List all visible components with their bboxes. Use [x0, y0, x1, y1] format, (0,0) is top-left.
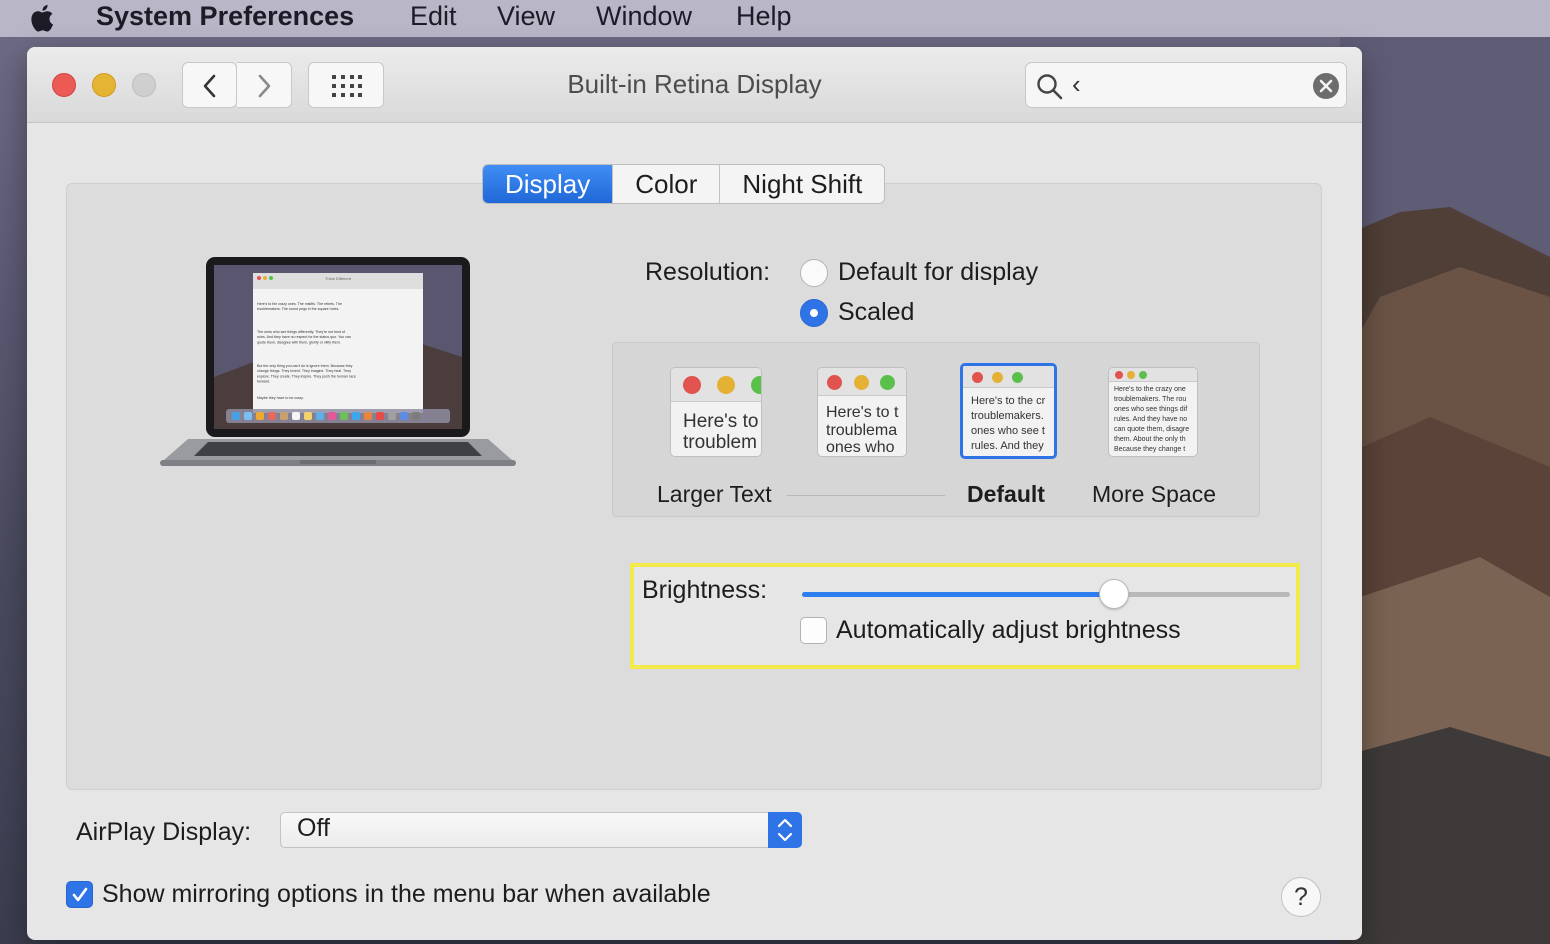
airplay-display-value: Off	[297, 814, 330, 842]
airplay-display-label: AirPlay Display:	[76, 818, 252, 846]
tab-night-shift[interactable]: Night Shift	[720, 165, 884, 203]
tab-bar: Display Color Night Shift	[482, 164, 886, 204]
chevron-up-down-icon	[777, 818, 793, 842]
back-button[interactable]	[182, 62, 237, 108]
preview-text: Here's to troublem	[683, 411, 759, 453]
search-icon	[1037, 74, 1063, 100]
menu-app-name[interactable]: System Preferences	[96, 0, 354, 34]
scale-divider	[787, 495, 945, 496]
scaled-option-more-space[interactable]: Here's to the crazy one troublemakers. T…	[1108, 367, 1198, 457]
system-preferences-window: Built-in Retina Display ‹ Display Color …	[27, 47, 1362, 940]
tab-display[interactable]: Display	[483, 165, 614, 203]
radio-default-for-display[interactable]	[800, 259, 828, 287]
zoom-window-button[interactable]	[132, 73, 156, 97]
auto-brightness-checkbox[interactable]	[800, 617, 827, 644]
brightness-slider[interactable]	[802, 579, 1290, 609]
preview-text: Here's to the crazy one troublemakers. T…	[1114, 386, 1190, 453]
auto-brightness-label[interactable]: Automatically adjust brightness	[836, 616, 1181, 645]
search-input[interactable]: ‹	[1072, 69, 1081, 100]
tab-color[interactable]: Color	[613, 165, 721, 203]
show-all-button[interactable]	[308, 62, 384, 108]
brightness-slider-fill	[802, 592, 1115, 597]
laptop-doc-paragraph: Maybe they have to be crazy.	[257, 396, 304, 400]
checkmark-icon	[72, 887, 88, 902]
title-bar: Built-in Retina Display ‹	[27, 47, 1362, 123]
laptop-doc-title: Think Different	[325, 276, 352, 281]
laptop-doc-paragraph: Here's to the crazy ones. The misfits. T…	[257, 302, 342, 311]
search-field[interactable]: ‹	[1025, 62, 1347, 108]
forward-button[interactable]	[237, 62, 292, 108]
preview-text: Here's to t troublema ones who	[826, 404, 899, 457]
mirroring-label[interactable]: Show mirroring options in the menu bar w…	[102, 880, 711, 909]
menu-window[interactable]: Window	[596, 0, 692, 34]
mirroring-checkbox[interactable]	[66, 881, 93, 908]
larger-text-label: Larger Text	[657, 481, 772, 507]
radio-scaled-label[interactable]: Scaled	[838, 298, 914, 327]
airplay-display-select[interactable]: Off	[280, 812, 802, 848]
preview-text: Here's to the cr troublemakers. ones who…	[971, 395, 1046, 452]
brightness-label: Brightness:	[642, 576, 768, 604]
chevron-right-icon	[258, 74, 271, 98]
macbook-illustration: Think Different Here's to the crazy ones…	[160, 257, 516, 466]
desktop-wallpaper	[1340, 37, 1550, 944]
radio-default-for-display-label[interactable]: Default for display	[838, 258, 1038, 287]
close-window-button[interactable]	[52, 73, 76, 97]
menu-help[interactable]: Help	[736, 0, 792, 34]
window-title: Built-in Retina Display	[567, 69, 822, 99]
menu-edit[interactable]: Edit	[410, 0, 457, 34]
select-stepper[interactable]	[768, 812, 802, 848]
scaled-option-2[interactable]: Here's to t troublema ones who	[817, 367, 907, 457]
scaled-option-default[interactable]: Here's to the cr troublemakers. ones who…	[960, 363, 1057, 459]
help-button[interactable]: ?	[1281, 877, 1321, 917]
apple-logo-icon[interactable]	[28, 2, 58, 34]
menu-view[interactable]: View	[497, 0, 555, 34]
default-label: Default	[967, 481, 1045, 507]
resolution-label: Resolution:	[645, 258, 771, 286]
grid-icon	[332, 75, 362, 97]
menu-bar: System Preferences Edit View Window Help	[0, 0, 1550, 37]
chevron-left-icon	[203, 74, 216, 98]
more-space-label: More Space	[1092, 481, 1217, 507]
scaled-option-larger-text[interactable]: Here's to troublem	[670, 367, 762, 457]
minimize-window-button[interactable]	[92, 73, 116, 97]
radio-scaled[interactable]	[800, 299, 828, 327]
clear-search-icon[interactable]	[1312, 72, 1340, 100]
laptop-doc-paragraph: The ones who see things differently. The…	[257, 330, 351, 344]
